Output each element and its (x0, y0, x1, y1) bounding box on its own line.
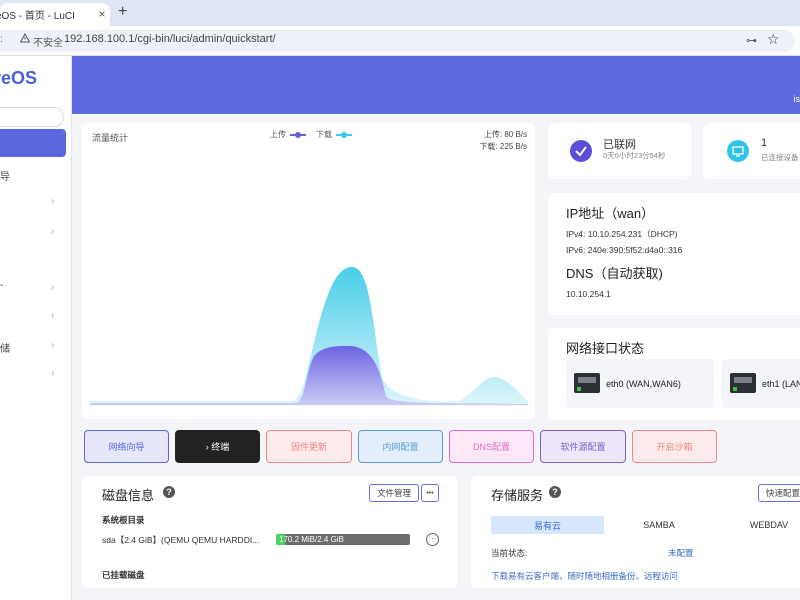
tab-samba[interactable]: SAMBA (604, 516, 714, 534)
chevron-right-icon[interactable]: › (51, 368, 54, 379)
help-icon[interactable]: ? (549, 486, 561, 498)
ip-title: IP地址（wan） (566, 206, 655, 221)
ethernet-port-icon (574, 373, 600, 393)
chevron-right-icon[interactable]: › (51, 226, 54, 237)
storage-tabs: 易有云 SAMBA WEBDAV (491, 516, 800, 534)
ipv6-text: IPv6: 240e:390:5f52:d4a0::316 (566, 245, 683, 255)
software-source-button[interactable]: 软件源配置 (540, 430, 626, 463)
uptime-text: 0天0小时23分54秒 (603, 151, 666, 160)
ip-address-card: IP地址（wan） IPv4: 10.10.254.231（DHCP) IPv6… (548, 193, 800, 315)
quick-config-button[interactable]: 快速配置 (758, 484, 800, 502)
net-title: 网络接口状态 (566, 341, 645, 356)
url-text[interactable]: 192.168.100.1/cgi-bin/luci/admin/quickst… (64, 33, 276, 45)
help-icon[interactable]: ? (163, 486, 175, 498)
close-tab-icon[interactable]: × (95, 7, 109, 21)
devices-label: 已连接设备 (761, 153, 799, 162)
chevron-right-icon[interactable]: › (51, 340, 54, 351)
connection-status: 已联网 (603, 139, 636, 151)
insecure-label[interactable]: 不安全 (33, 34, 63, 49)
ethernet-port-icon (730, 373, 756, 393)
dns-config-button[interactable]: DNS配置 (449, 430, 534, 463)
terminal-button[interactable]: › 终端 (175, 430, 260, 463)
chevron-right-icon[interactable]: › (51, 282, 54, 293)
browser-tabbar: eOS - 首页 - LuCI × + (0, 0, 800, 26)
bookmark-star-icon[interactable]: ☆ (767, 31, 780, 48)
disk-info-card: 磁盘信息 ? 文件管理 ••• 系统根目录 sda【2.4 GiB】(QEMU … (82, 476, 458, 588)
internet-status-card: 已联网 0天0小时23分54秒 (548, 123, 691, 179)
status-label: 当前状态: (491, 548, 528, 558)
sandbox-button[interactable]: 开启沙箱 (632, 430, 717, 463)
chevron-right-icon[interactable]: › (51, 196, 54, 207)
header-user-text[interactable]: is (794, 94, 800, 104)
reload-icon[interactable]: : (0, 34, 3, 45)
interface-eth0[interactable]: eth0 (WAN,WAN6) (566, 359, 714, 408)
file-manager-button[interactable]: 文件管理 (369, 484, 419, 502)
warning-icon[interactable] (20, 33, 30, 43)
more-circle-icon[interactable]: ··· (426, 533, 439, 546)
download-client-link[interactable]: 下载易有云客户端，随时随地相册备份、远程访问 (491, 570, 678, 582)
network-interface-card: 网络接口状态 eth0 (WAN,WAN6) eth1 (LAN (548, 328, 800, 420)
tab-yiyouyun[interactable]: 易有云 (491, 516, 604, 534)
legend-upload-label: 上传 (270, 130, 286, 139)
dns-text: 10.10.254.1 (566, 289, 611, 299)
interface-label: eth0 (WAN,WAN6) (606, 379, 681, 389)
disk-usage-bar: 170.2 MiB/2.4 GiB (276, 534, 410, 545)
upload-area (90, 345, 528, 405)
sidebar-item-dash[interactable]: - (0, 280, 3, 291)
traffic-title: 流量统计 (92, 133, 129, 143)
disk-title: 磁盘信息 (102, 488, 155, 503)
root-dir-label: 系统根目录 (102, 515, 145, 525)
tab-webdav[interactable]: WEBDAV (714, 516, 800, 534)
tab-title: eOS - 首页 - LuCI (0, 11, 75, 22)
devices-card: 1 已连接设备 (703, 123, 800, 179)
interface-label: eth1 (LAN (762, 379, 800, 389)
mounted-disk-label: 已挂载磁盘 (102, 570, 145, 580)
more-options-button[interactable]: ••• (421, 484, 439, 502)
sidebar-search-input[interactable] (0, 107, 64, 127)
sidebar-item-storage[interactable]: 储 (0, 340, 10, 355)
upload-rate: 上传: 80 B/s (483, 130, 527, 139)
new-tab-icon[interactable]: + (118, 3, 127, 21)
chevron-right-icon[interactable]: › (51, 310, 54, 321)
logo: reOS (0, 68, 38, 88)
check-circle-icon (570, 140, 592, 162)
top-header: is (72, 56, 800, 114)
ipv4-text: IPv4: 10.10.254.231（DHCP) (566, 229, 678, 239)
legend-upload-swatch (290, 131, 306, 138)
disk-device-text: sda【2.4 GiB】(QEMU QEMU HARDDI... (102, 535, 260, 545)
sidebar: reOS 导 › › - › › 储 › › (0, 56, 72, 600)
lan-config-button[interactable]: 内网配置 (358, 430, 443, 463)
storage-service-card: 存储服务 ? 快速配置 易有云 SAMBA WEBDAV 当前状态: 未配置 下… (471, 476, 800, 588)
legend-download-swatch (336, 131, 352, 138)
monitor-icon (727, 140, 749, 162)
status-value: 未配置 (668, 548, 694, 558)
dns-title: DNS（自动获取) (566, 266, 663, 281)
interface-eth1[interactable]: eth1 (LAN (722, 359, 800, 408)
browser-tab[interactable]: eOS - 首页 - LuCI × (0, 3, 110, 26)
storage-title: 存储服务 (491, 488, 544, 503)
firmware-update-button[interactable]: 固件更新 (266, 430, 352, 463)
legend-download-label: 下载 (316, 130, 332, 139)
devices-count: 1 (761, 137, 768, 149)
chart-legend: 上传 下载 (270, 129, 358, 140)
disk-usage-text: 170.2 MiB/2.4 GiB (279, 535, 344, 544)
key-icon[interactable]: ⊶ (746, 34, 757, 47)
traffic-chart (90, 267, 528, 406)
sidebar-item-wizard[interactable]: 导 (0, 168, 10, 183)
sidebar-item-home-active[interactable] (0, 129, 66, 157)
network-wizard-button[interactable]: 网络向导 (84, 430, 169, 463)
traffic-stats-card: 流量统计 上传 下载 上传: 80 B/s 下载: 225 B/s (82, 123, 535, 419)
